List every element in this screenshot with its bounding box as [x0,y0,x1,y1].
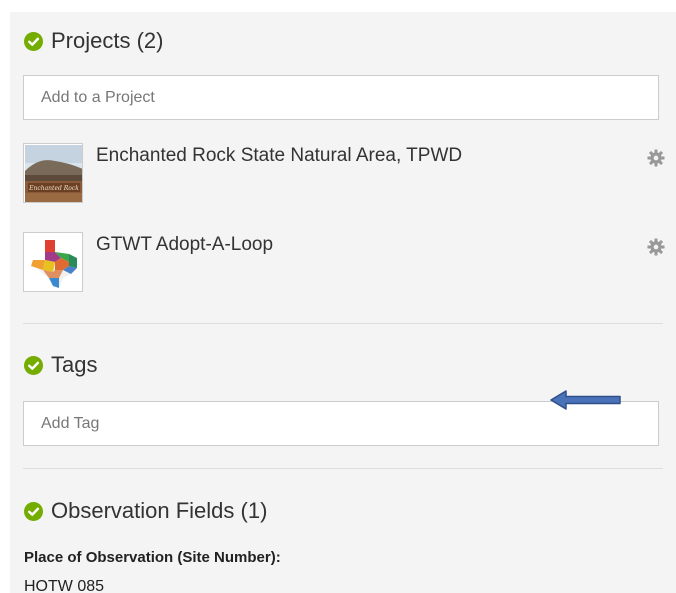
projects-section-title: Projects (2) [51,28,164,53]
section-divider [23,323,663,324]
annotation-arrow-icon [550,390,621,410]
project-item-gtwt[interactable]: GTWT Adopt-A-Loop [23,232,665,294]
check-circle-icon [24,355,43,375]
gear-icon[interactable] [647,238,665,256]
add-to-project-input[interactable] [23,75,659,120]
projects-section-header[interactable]: Projects (2) [24,28,163,54]
check-circle-icon [24,31,43,51]
check-circle-icon [24,501,43,521]
tags-section-header[interactable]: Tags [24,352,97,378]
observation-sidebar-panel: Projects (2) Enchanted Rock Enchanted Ro… [10,12,676,593]
project-item-enchanted-rock[interactable]: Enchanted Rock Enchanted Rock State Natu… [23,143,665,205]
observation-fields-section-header[interactable]: Observation Fields (1) [24,498,267,524]
observation-field-value: HOTW 085 [24,578,105,593]
observation-field-label: Place of Observation (Site Number): [24,549,281,566]
observation-fields-section-title: Observation Fields (1) [51,498,268,523]
project-title-gtwt[interactable]: GTWT Adopt-A-Loop [96,234,273,256]
project-thumbnail-enchanted-rock[interactable]: Enchanted Rock [23,143,83,203]
thumb-sign-text: Enchanted Rock [28,185,79,192]
tags-section-title: Tags [51,352,98,377]
project-title-enchanted-rock[interactable]: Enchanted Rock State Natural Area, TPWD [96,145,462,167]
project-thumbnail-gtwt[interactable] [23,232,83,292]
enchanted-rock-photo-icon: Enchanted Rock [25,145,82,202]
texas-map-icon [25,234,82,291]
gear-icon[interactable] [647,149,665,167]
section-divider [23,468,663,469]
